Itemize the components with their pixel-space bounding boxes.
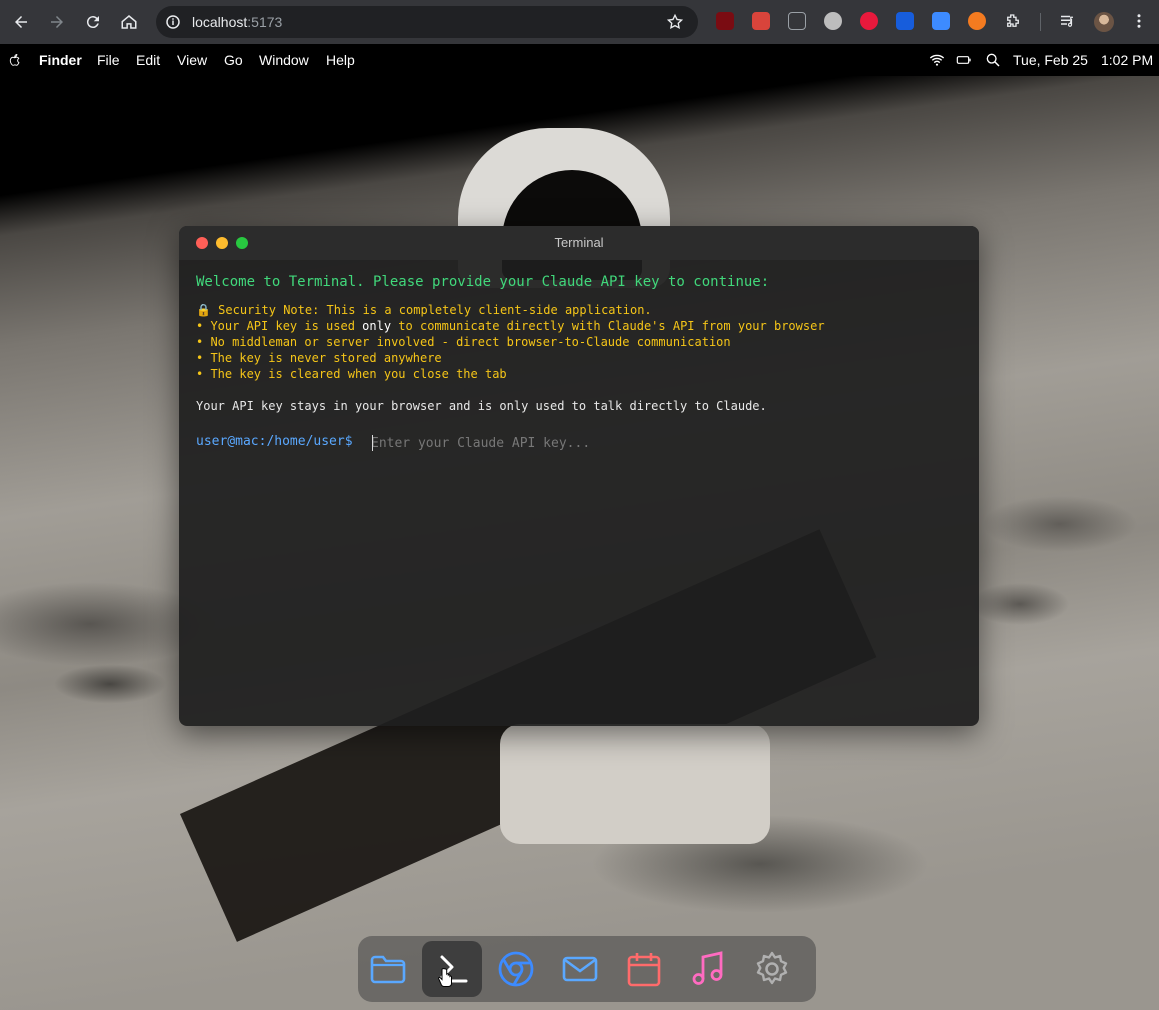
dock-music[interactable] [678, 941, 738, 997]
browser-toolbar: localhost:5173 [0, 0, 1159, 44]
menu-edit[interactable]: Edit [136, 52, 160, 68]
more-menu-icon[interactable] [1130, 12, 1148, 30]
terminal-window: Terminal Welcome to Terminal. Please pro… [179, 226, 979, 726]
apple-menu-icon[interactable] [8, 53, 22, 67]
hand-pointer-cursor-icon [438, 968, 452, 987]
arrow-left-icon [15, 16, 27, 28]
folder-icon [370, 955, 406, 984]
extension-bracket-icon[interactable] [788, 12, 806, 30]
text-cursor [372, 435, 373, 451]
security-bullet-2: • No middleman or server involved - dire… [196, 335, 731, 349]
security-note: 🔒 Security Note: This is a completely cl… [196, 303, 652, 317]
wallpaper-astronaut-legs [500, 724, 770, 844]
minimize-window-button[interactable] [216, 237, 228, 249]
terminal-title: Terminal [554, 235, 604, 250]
desktop-wallpaper: Finder File Edit View Go Window Help Tue… [0, 44, 1159, 1010]
url-host: localhost [192, 14, 248, 30]
prompt-line: user@mac:/home/user$ [196, 432, 966, 454]
music-icon [692, 951, 723, 985]
dock-settings[interactable] [742, 941, 802, 997]
dock-finder[interactable] [358, 941, 418, 997]
bullet-1-emphasis: only [362, 319, 392, 333]
terminal-titlebar[interactable]: Terminal [179, 226, 979, 260]
security-note-text: Security Note: This is a completely clie… [210, 303, 652, 317]
extension-orange-icon[interactable] [968, 12, 986, 30]
extension-gray-icon[interactable] [824, 12, 842, 30]
mail-icon [562, 956, 598, 982]
menu-help[interactable]: Help [326, 52, 355, 68]
close-window-button[interactable] [196, 237, 208, 249]
extension-puzzle-blue-icon[interactable] [932, 12, 950, 30]
site-info-icon[interactable] [164, 13, 182, 31]
dock-calendar[interactable] [614, 941, 674, 997]
address-bar[interactable]: localhost:5173 [156, 6, 698, 38]
api-key-input[interactable] [371, 432, 791, 454]
lock-icon: 🔒 [196, 303, 211, 317]
battery-icon[interactable] [956, 52, 972, 68]
dock-chrome[interactable] [486, 941, 546, 997]
menu-app-finder[interactable]: Finder [39, 52, 82, 68]
wifi-icon[interactable] [929, 52, 945, 68]
bitwarden-extension-icon[interactable] [896, 12, 914, 30]
reload-icon [86, 16, 99, 29]
security-bullet-4: • The key is cleared when you close the … [196, 367, 507, 381]
menu-file[interactable]: File [97, 52, 120, 68]
back-button[interactable] [7, 8, 35, 36]
shell-prompt: user@mac:/home/user$ [196, 434, 353, 449]
dock [358, 936, 816, 1002]
toolbar-divider [1040, 13, 1041, 31]
ublock-extension-icon[interactable] [716, 12, 734, 30]
chrome-icon [498, 951, 534, 987]
media-queue-icon[interactable] [1058, 12, 1076, 30]
api-key-info: Your API key stays in your browser and i… [196, 399, 767, 413]
bookmark-star-icon[interactable] [666, 13, 684, 31]
security-bullet-3: • The key is never stored anywhere [196, 351, 442, 365]
home-icon [121, 15, 137, 29]
spotlight-search-icon[interactable] [985, 52, 1001, 68]
settings-icon [756, 951, 788, 985]
welcome-message: Welcome to Terminal. Please provide your… [196, 274, 770, 290]
url-text: localhost:5173 [192, 14, 282, 30]
menubar-time[interactable]: 1:02 PM [1101, 52, 1153, 68]
security-bullet-1: • Your API key is used only to communica… [196, 319, 825, 333]
extensions-puzzle-icon[interactable] [1004, 12, 1022, 30]
dock-mail[interactable] [550, 941, 610, 997]
extension-music-icon[interactable] [860, 12, 878, 30]
bullet-1-text-c: to communicate directly with Claude's AP… [391, 319, 825, 333]
home-button[interactable] [115, 8, 143, 36]
bullet-1-text-a: • Your API key is used [196, 319, 363, 333]
forward-button[interactable] [43, 8, 71, 36]
mac-menu-bar: Finder File Edit View Go Window Help Tue… [0, 44, 1159, 76]
menu-view[interactable]: View [177, 52, 207, 68]
calendar-icon [627, 953, 661, 987]
arrow-right-icon [51, 16, 63, 28]
menubar-date[interactable]: Tue, Feb 25 [1013, 52, 1088, 68]
menu-go[interactable]: Go [224, 52, 243, 68]
maximize-window-button[interactable] [236, 237, 248, 249]
profile-avatar[interactable] [1094, 12, 1114, 32]
url-port: :5173 [247, 14, 283, 30]
menu-window[interactable]: Window [259, 52, 309, 68]
reload-button[interactable] [79, 8, 107, 36]
extension-red-icon[interactable] [752, 12, 770, 30]
